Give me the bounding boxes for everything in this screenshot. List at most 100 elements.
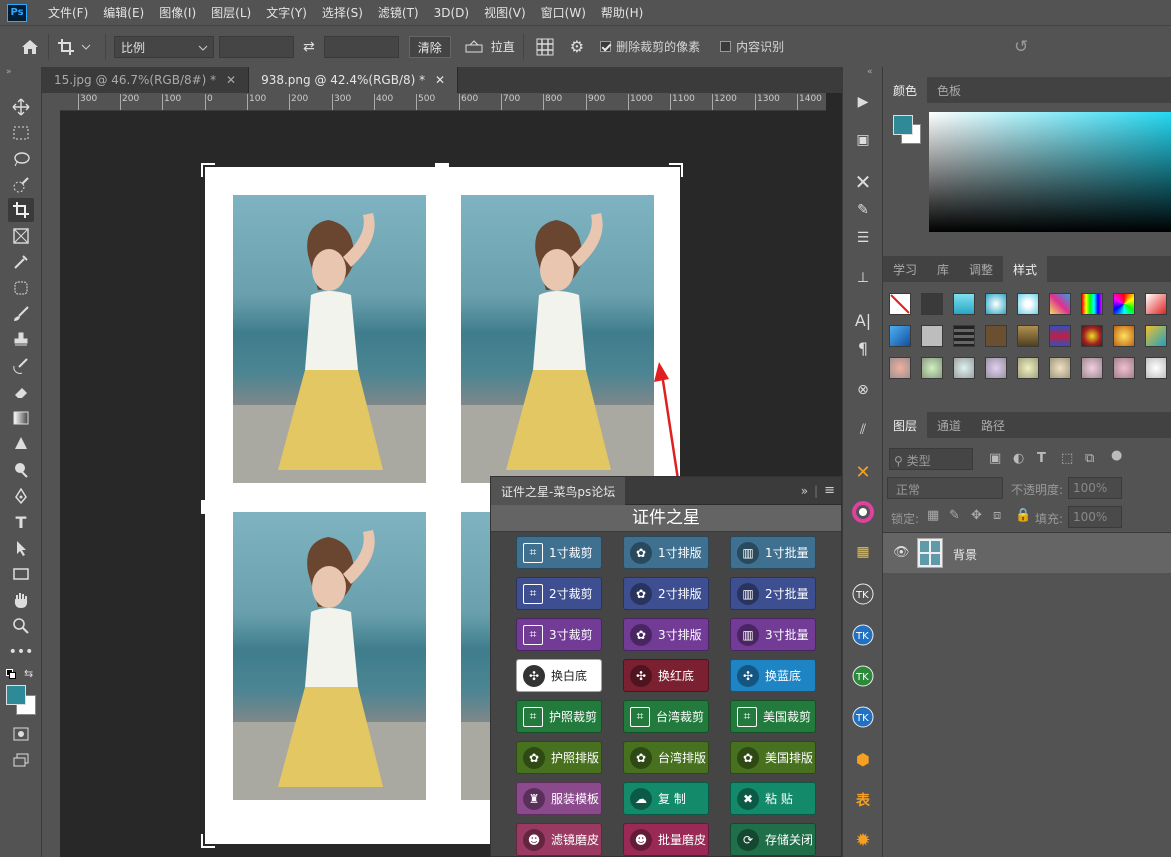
brush-tool-icon[interactable] <box>8 302 34 326</box>
style-swatch[interactable] <box>1145 325 1167 347</box>
eraser-tool-icon[interactable] <box>8 380 34 404</box>
adjustment-filter-icon[interactable]: ◐ <box>1013 451 1024 466</box>
layer-filter-select[interactable]: ⚲ 类型 <box>889 448 973 470</box>
collapse-icon[interactable]: « <box>867 67 873 77</box>
gradient-tool-icon[interactable] <box>8 406 34 430</box>
character-icon[interactable]: A| <box>850 307 876 333</box>
plugin-button[interactable]: ☁ 复 制 <box>623 782 709 815</box>
plugin-button[interactable]: ✣ 换红底 <box>623 659 709 692</box>
zoom-tool-icon[interactable] <box>8 614 34 638</box>
swap-icon[interactable]: ⇄ <box>303 39 315 55</box>
delete-pixels-checkbox[interactable]: 删除裁剪的像素 <box>600 38 700 55</box>
stamp-tool-icon[interactable] <box>8 328 34 352</box>
reset-icon[interactable]: ↺ <box>1014 37 1028 57</box>
play-icon[interactable]: ▶ <box>850 89 876 115</box>
plugin-badge-icon[interactable]: ▦ <box>850 539 876 565</box>
tab-color[interactable]: 颜色 <box>883 77 928 103</box>
tab-channels[interactable]: 通道 <box>927 412 971 438</box>
style-swatch[interactable] <box>1145 357 1167 379</box>
plugin-button[interactable]: ✿ 2寸排版 <box>623 577 709 610</box>
straighten-icon[interactable] <box>465 39 483 54</box>
plugin-button[interactable]: ⌗ 1寸裁剪 <box>516 536 602 569</box>
lasso-tool-icon[interactable] <box>8 147 34 171</box>
style-swatch[interactable] <box>1081 357 1103 379</box>
lock-brush-icon[interactable]: ✎ <box>949 508 960 523</box>
blur-tool-icon[interactable] <box>8 432 34 456</box>
expand-icon[interactable]: » <box>801 484 808 498</box>
style-swatch[interactable] <box>921 325 943 347</box>
plugin-button[interactable]: ⌗ 美国裁剪 <box>730 700 816 733</box>
panel-menu-icon[interactable]: ≡ <box>824 483 835 498</box>
style-swatch[interactable] <box>1113 325 1135 347</box>
plugin-button[interactable]: ⌗ 护照裁剪 <box>516 700 602 733</box>
style-swatch[interactable] <box>953 325 975 347</box>
style-swatch[interactable] <box>1049 357 1071 379</box>
grid-overlay-icon[interactable] <box>536 38 554 56</box>
tk-plugin-icon[interactable]: TK <box>850 622 876 648</box>
plugin-button[interactable]: ✿ 美国排版 <box>730 741 816 774</box>
plugin-button[interactable]: ☻ 批量磨皮 <box>623 823 709 856</box>
clear-button[interactable]: 清除 <box>408 35 451 58</box>
pen-tool-icon[interactable] <box>8 484 34 508</box>
opacity-input[interactable]: 100% <box>1068 477 1122 499</box>
plugin-button[interactable]: ☻ 滤镜磨皮 <box>516 823 602 856</box>
color-picker-field[interactable] <box>929 112 1171 232</box>
foreground-color-swatch[interactable] <box>893 115 913 135</box>
menu-type[interactable]: 文字(Y) <box>266 4 307 21</box>
quick-mask-icon[interactable] <box>8 722 34 746</box>
tab-styles[interactable]: 样式 <box>1003 256 1048 282</box>
filter-toggle-icon[interactable]: ● <box>1111 448 1122 463</box>
hand-tool-icon[interactable] <box>8 588 34 612</box>
menu-edit[interactable]: 编辑(E) <box>103 4 144 21</box>
plugin-panel-tab[interactable]: 证件之星-菜鸟ps论坛 <box>491 476 626 505</box>
menu-filter[interactable]: 滤镜(T) <box>378 4 419 21</box>
plugin-button[interactable]: ⟳ 存储关闭 <box>730 823 816 856</box>
eye-icon[interactable]: 👁 <box>893 545 910 560</box>
blend-mode-select[interactable]: 正常 <box>887 477 1003 499</box>
eyedropper-tool-icon[interactable] <box>8 250 34 274</box>
menu-image[interactable]: 图像(I) <box>159 4 196 21</box>
style-swatch[interactable] <box>1113 293 1135 315</box>
menu-window[interactable]: 窗口(W) <box>541 4 586 21</box>
move-tool-icon[interactable] <box>8 95 34 119</box>
tab-paths[interactable]: 路径 <box>971 412 1015 438</box>
close-icon[interactable]: ✕ <box>435 73 445 87</box>
plugin-button[interactable]: ✿ 3寸排版 <box>623 618 709 651</box>
quick-select-tool-icon[interactable] <box>8 173 34 197</box>
style-swatch[interactable] <box>889 325 911 347</box>
doc-tab-1[interactable]: 15.jpg @ 46.7%(RGB/8#) * ✕ <box>42 67 250 93</box>
plugin-button[interactable]: ✖ 粘 贴 <box>730 782 816 815</box>
foreground-color-swatch[interactable] <box>6 685 26 705</box>
style-swatch[interactable] <box>1017 293 1039 315</box>
plugin-button[interactable]: ♜ 服装模板 <box>516 782 602 815</box>
tab-swatches[interactable]: 色板 <box>927 77 971 103</box>
strokes-icon[interactable]: ⫽ <box>850 417 876 443</box>
plugin-button[interactable]: ⌗ 2寸裁剪 <box>516 577 602 610</box>
image-filter-icon[interactable]: ▣ <box>989 451 1001 466</box>
smart-object-filter-icon[interactable]: ⧉ <box>1085 451 1094 466</box>
tab-layers[interactable]: 图层 <box>883 412 928 438</box>
plugin-button[interactable]: ⌗ 台湾裁剪 <box>623 700 709 733</box>
adjust-sliders-icon[interactable]: ☰ <box>850 225 876 251</box>
style-swatch[interactable] <box>1049 325 1071 347</box>
menu-3d[interactable]: 3D(D) <box>434 6 469 20</box>
plugin-button[interactable]: ✿ 护照排版 <box>516 741 602 774</box>
plugin-tools-icon[interactable]: ✕ <box>850 459 876 485</box>
link-icon[interactable]: ⊗ <box>850 377 876 403</box>
menu-help[interactable]: 帮助(H) <box>601 4 643 21</box>
style-swatch[interactable] <box>1113 357 1135 379</box>
frame-tool-icon[interactable] <box>8 224 34 248</box>
crop-tool-preset-icon[interactable] <box>57 38 97 56</box>
style-swatch[interactable] <box>1049 293 1071 315</box>
crop-handle-bottom-left[interactable] <box>201 834 215 848</box>
history-brush-tool-icon[interactable] <box>8 354 34 378</box>
style-none-icon[interactable] <box>889 293 911 315</box>
tk-plugin-icon[interactable]: TK <box>850 663 876 689</box>
style-swatch[interactable] <box>921 357 943 379</box>
plugin-button[interactable]: ⌗ 3寸裁剪 <box>516 618 602 651</box>
fx-plugin-icon[interactable]: ⬢ <box>850 746 876 772</box>
crop-tool-icon[interactable] <box>8 198 34 222</box>
dodge-tool-icon[interactable] <box>8 458 34 482</box>
tk-plugin-icon[interactable]: TK <box>850 704 876 730</box>
screen-mode-icon[interactable] <box>8 748 34 772</box>
